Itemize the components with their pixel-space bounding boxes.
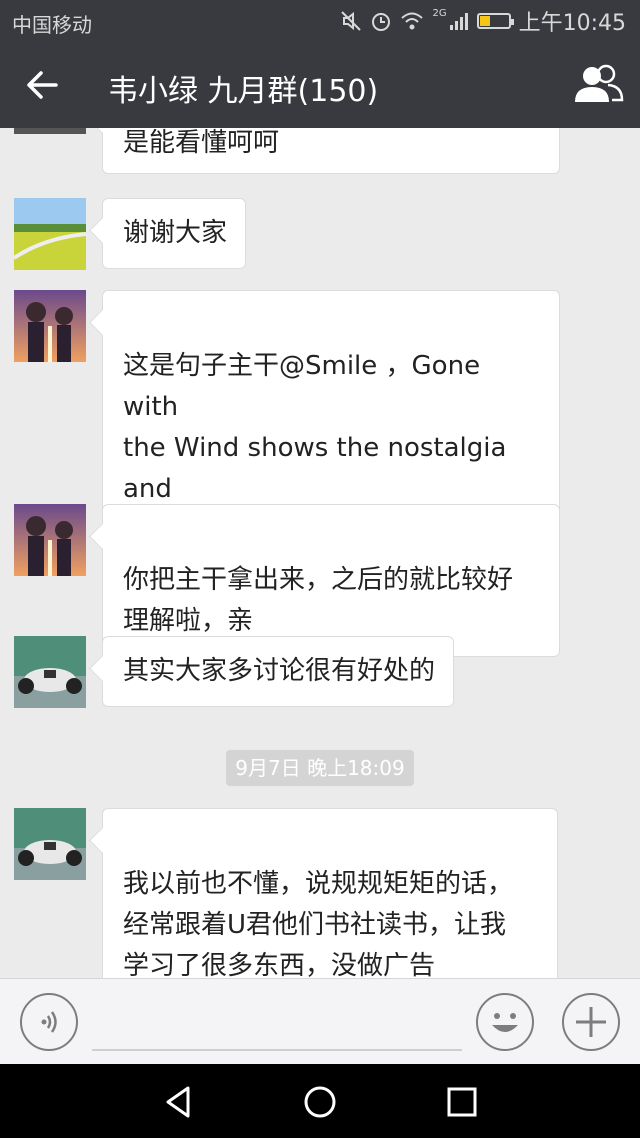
anime-couple-avatar[interactable] bbox=[14, 290, 86, 362]
race-car-avatar[interactable] bbox=[14, 636, 86, 708]
voice-icon bbox=[41, 1011, 57, 1033]
message-text: 我以前也不懂，说规规矩矩的话， 经常跟着U君他们书社读书，让我 学习了很多东西，… bbox=[123, 869, 514, 978]
signal-icon bbox=[449, 13, 468, 30]
message-text: 是能看懂呵呵 bbox=[123, 128, 280, 158]
meadow-avatar[interactable] bbox=[14, 198, 86, 270]
chat-area[interactable]: 是能看懂呵呵 谢谢大家 这是句子主干@Smile ，Gone with the … bbox=[0, 128, 640, 978]
emoji-icon bbox=[492, 1013, 518, 1032]
message-bubble[interactable]: 我以前也不懂，说规规矩矩的话， 经常跟着U君他们书社读书，让我 学习了很多东西，… bbox=[102, 808, 558, 978]
message-text: 你把主干拿出来，之后的就比较好 理解啦，亲 bbox=[123, 565, 514, 636]
meadow-image bbox=[14, 198, 86, 270]
message-bubble[interactable]: 是能看懂呵呵 bbox=[102, 128, 560, 174]
message-bubble[interactable]: 其实大家多讨论很有好处的 bbox=[102, 636, 455, 707]
race-car-image bbox=[14, 808, 86, 880]
cropped-avatar[interactable] bbox=[14, 128, 86, 134]
anime-couple-image bbox=[14, 504, 86, 576]
status-bar: 中国移动 2G 上午10:45 bbox=[0, 0, 640, 42]
group-members-icon[interactable] bbox=[572, 62, 624, 108]
status-time: 上午10:45 bbox=[518, 11, 626, 36]
carrier-label: 中国移动 bbox=[12, 13, 92, 37]
battery-level bbox=[479, 16, 491, 26]
message-text: 其实大家多讨论很有好处的 bbox=[123, 656, 436, 686]
network-type: 2G bbox=[432, 7, 447, 19]
race-car-image bbox=[14, 636, 86, 708]
arrow-left-icon[interactable] bbox=[20, 62, 66, 108]
mute-icon bbox=[341, 11, 362, 31]
race-car-avatar[interactable] bbox=[14, 808, 86, 880]
message-bubble[interactable]: 你把主干拿出来，之后的就比较好 理解啦，亲 bbox=[102, 504, 560, 657]
back-triangle-icon[interactable] bbox=[160, 1084, 196, 1120]
plus-icon bbox=[576, 1007, 606, 1037]
chat-title: 韦小绿 九月群(150) bbox=[108, 74, 379, 109]
input-bar bbox=[0, 978, 640, 1064]
battery-icon bbox=[476, 13, 514, 29]
home-circle-icon[interactable] bbox=[302, 1084, 338, 1120]
status-icons: 2G 上午10:45 bbox=[340, 6, 626, 36]
alarm-icon bbox=[372, 13, 391, 31]
wifi-icon bbox=[401, 12, 424, 30]
timestamp-label: 9月7日 晚上18:09 bbox=[226, 750, 414, 786]
message-text: 谢谢大家 bbox=[123, 218, 228, 248]
message-bubble[interactable]: 谢谢大家 bbox=[102, 198, 247, 269]
voice-button[interactable] bbox=[20, 993, 78, 1051]
emoji-button[interactable] bbox=[476, 993, 534, 1051]
recents-square-icon[interactable] bbox=[444, 1084, 480, 1120]
plus-button[interactable] bbox=[562, 993, 620, 1051]
system-nav-bar bbox=[0, 1064, 640, 1138]
chat-header: 韦小绿 九月群(150) bbox=[0, 42, 640, 128]
anime-couple-image bbox=[14, 290, 86, 362]
anime-couple-avatar[interactable] bbox=[14, 504, 86, 576]
message-input[interactable] bbox=[92, 1049, 462, 1051]
